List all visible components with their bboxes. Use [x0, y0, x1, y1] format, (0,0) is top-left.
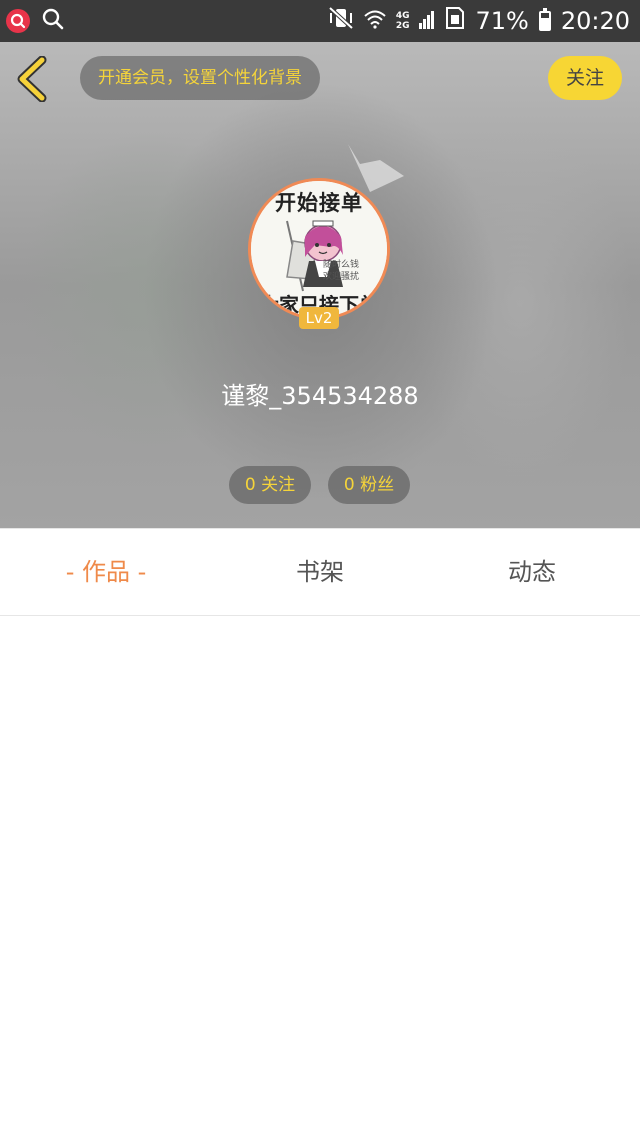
following-count[interactable]: 0 关注: [229, 466, 311, 504]
username: 谨黎_354534288: [221, 382, 419, 410]
fans-count[interactable]: 0 粉丝: [328, 466, 410, 504]
status-bar-right: 4G 2G 71% 20:20: [328, 0, 630, 42]
network-type-top: 4G: [395, 11, 410, 21]
avatar-note-line2: 欢迎骚扰: [323, 272, 360, 282]
avatar-note-line1: 随时么钱: [323, 260, 360, 270]
tab-works[interactable]: - 作品 -: [40, 529, 172, 615]
tab-works-dash-left: -: [65, 558, 75, 586]
signal-icon: [419, 7, 435, 35]
clock: 20:20: [560, 7, 630, 35]
tab-works-dash-right: -: [137, 558, 147, 586]
tab-content-area: [0, 616, 640, 1138]
tab-bookshelf[interactable]: 书架: [254, 529, 386, 615]
avatar-note: 随时么钱 欢迎骚扰: [323, 259, 359, 283]
app-badge-icon: [6, 9, 30, 33]
network-type-bottom: 2G: [395, 21, 410, 31]
avatar[interactable]: 开始接单 随时么钱 欢迎骚扰 大家只接下单: [248, 178, 390, 320]
network-type: 4G 2G: [396, 11, 410, 31]
vip-background-banner[interactable]: 开通会员，设置个性化背景: [80, 56, 320, 100]
search-icon: [42, 8, 64, 34]
battery-percent: 71%: [475, 7, 529, 35]
tab-works-label: 作品: [82, 558, 130, 586]
wifi-icon: [364, 7, 386, 35]
sim-icon: [445, 6, 465, 36]
avatar-container[interactable]: 开始接单 随时么钱 欢迎骚扰 大家只接下单 Lv2: [248, 144, 404, 329]
follow-button[interactable]: 关注: [548, 56, 622, 100]
level-badge: Lv2: [299, 307, 339, 329]
tab-feed[interactable]: 动态: [466, 529, 598, 615]
profile-header: 开通会员，设置个性化背景 关注 开始接单 随时么钱 欢迎骚扰 大家只接下单 Lv…: [0, 42, 640, 528]
status-bar: 4G 2G 71% 20:20: [0, 0, 640, 42]
battery-icon: [538, 8, 551, 31]
status-bar-left: [6, 8, 64, 34]
profile-tabs: - 作品 - 书架 动态: [0, 528, 640, 616]
back-button[interactable]: [14, 55, 54, 103]
chevron-left-icon: [17, 55, 47, 103]
avatar-caption-top: 开始接单: [275, 191, 363, 215]
vibrate-mute-icon: [328, 6, 354, 36]
battery-fill: [540, 17, 549, 29]
